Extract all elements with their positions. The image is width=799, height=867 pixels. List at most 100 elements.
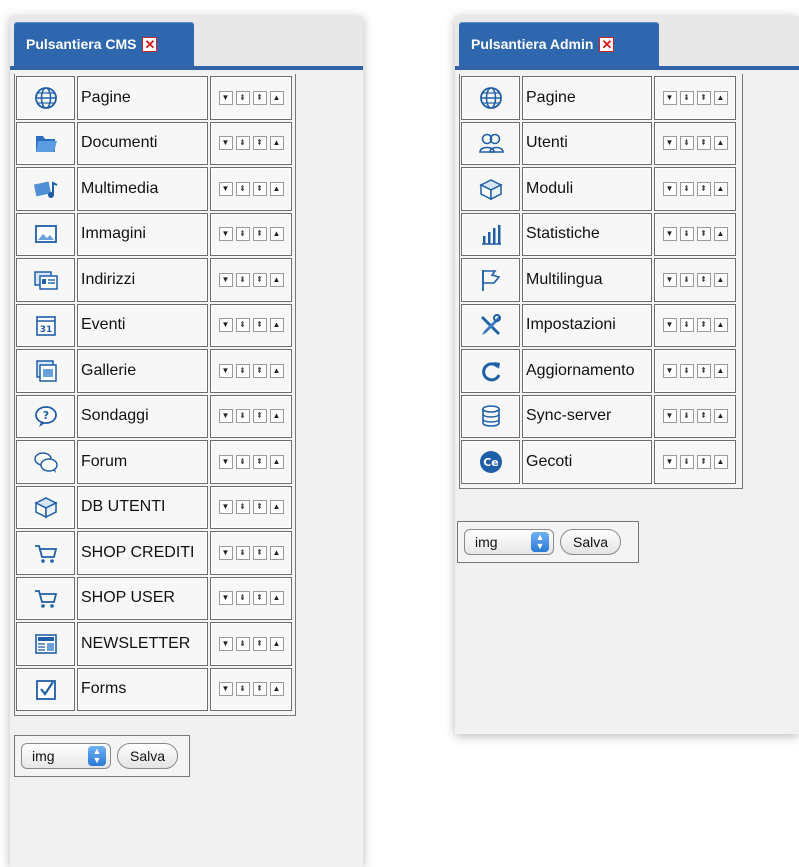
move-top-button[interactable]: ⇞ xyxy=(252,682,267,697)
button-label[interactable]: Immagini xyxy=(77,212,208,256)
move-down-button[interactable]: ▼ xyxy=(662,90,677,105)
button-label[interactable]: SHOP USER xyxy=(77,576,208,620)
move-bottom-button[interactable]: ⇟ xyxy=(235,409,250,424)
move-bottom-button[interactable]: ⇟ xyxy=(679,136,694,151)
icon-cell[interactable] xyxy=(461,167,520,211)
move-top-button[interactable]: ⇞ xyxy=(252,636,267,651)
move-down-button[interactable]: ▼ xyxy=(218,454,233,469)
button-label[interactable]: Multimedia xyxy=(77,167,208,211)
move-bottom-button[interactable]: ⇟ xyxy=(235,272,250,287)
move-down-button[interactable]: ▼ xyxy=(218,545,233,560)
move-down-button[interactable]: ▼ xyxy=(662,363,677,378)
move-up-button[interactable]: ▲ xyxy=(713,454,728,469)
button-label[interactable]: SHOP CREDITI xyxy=(77,531,208,575)
move-top-button[interactable]: ⇞ xyxy=(252,500,267,515)
icon-cell[interactable] xyxy=(16,258,75,302)
icon-cell[interactable] xyxy=(16,349,75,393)
move-top-button[interactable]: ⇞ xyxy=(252,454,267,469)
button-label[interactable]: Eventi xyxy=(77,303,208,347)
move-bottom-button[interactable]: ⇟ xyxy=(235,454,250,469)
icon-cell[interactable] xyxy=(16,667,75,711)
move-down-button[interactable]: ▼ xyxy=(662,318,677,333)
button-label[interactable]: Moduli xyxy=(522,167,652,211)
move-top-button[interactable]: ⇞ xyxy=(252,90,267,105)
button-label[interactable]: Gecoti xyxy=(522,440,652,484)
display-mode-select[interactable]: img ▲ ▼ xyxy=(21,743,111,769)
save-button[interactable]: Salva xyxy=(117,743,179,769)
icon-cell[interactable]: Ce xyxy=(461,440,520,484)
move-down-button[interactable]: ▼ xyxy=(218,227,233,242)
icon-cell[interactable]: 31 xyxy=(16,303,75,347)
move-up-button[interactable]: ▲ xyxy=(713,272,728,287)
move-down-button[interactable]: ▼ xyxy=(662,272,677,287)
move-down-button[interactable]: ▼ xyxy=(218,272,233,287)
icon-cell[interactable] xyxy=(16,485,75,529)
close-icon[interactable]: ✕ xyxy=(142,36,158,52)
move-top-button[interactable]: ⇞ xyxy=(696,318,711,333)
button-label[interactable]: Sondaggi xyxy=(77,394,208,438)
move-down-button[interactable]: ▼ xyxy=(218,409,233,424)
button-label[interactable]: Forum xyxy=(77,440,208,484)
move-bottom-button[interactable]: ⇟ xyxy=(679,454,694,469)
move-down-button[interactable]: ▼ xyxy=(218,136,233,151)
button-label[interactable]: Forms xyxy=(77,667,208,711)
icon-cell[interactable] xyxy=(461,258,520,302)
button-label[interactable]: Pagine xyxy=(77,76,208,120)
button-label[interactable]: Multilingua xyxy=(522,258,652,302)
move-bottom-button[interactable]: ⇟ xyxy=(679,227,694,242)
move-top-button[interactable]: ⇞ xyxy=(696,454,711,469)
move-top-button[interactable]: ⇞ xyxy=(696,409,711,424)
move-up-button[interactable]: ▲ xyxy=(269,90,284,105)
move-down-button[interactable]: ▼ xyxy=(218,181,233,196)
move-down-button[interactable]: ▼ xyxy=(218,636,233,651)
move-down-button[interactable]: ▼ xyxy=(218,318,233,333)
move-up-button[interactable]: ▲ xyxy=(269,682,284,697)
button-label[interactable]: DB UTENTI xyxy=(77,485,208,529)
icon-cell[interactable] xyxy=(16,167,75,211)
save-button[interactable]: Salva xyxy=(560,529,622,555)
move-bottom-button[interactable]: ⇟ xyxy=(235,545,250,560)
icon-cell[interactable] xyxy=(461,76,520,120)
move-top-button[interactable]: ⇞ xyxy=(252,181,267,196)
icon-cell[interactable] xyxy=(16,576,75,620)
move-bottom-button[interactable]: ⇟ xyxy=(679,409,694,424)
move-top-button[interactable]: ⇞ xyxy=(696,272,711,287)
move-up-button[interactable]: ▲ xyxy=(269,545,284,560)
button-label[interactable]: Documenti xyxy=(77,121,208,165)
move-top-button[interactable]: ⇞ xyxy=(252,318,267,333)
close-icon[interactable]: ✕ xyxy=(599,36,615,52)
move-down-button[interactable]: ▼ xyxy=(218,682,233,697)
icon-cell[interactable] xyxy=(461,349,520,393)
icon-cell[interactable] xyxy=(16,440,75,484)
move-up-button[interactable]: ▲ xyxy=(269,227,284,242)
move-top-button[interactable]: ⇞ xyxy=(696,363,711,378)
icon-cell[interactable] xyxy=(461,303,520,347)
move-bottom-button[interactable]: ⇟ xyxy=(679,90,694,105)
tab-pulsantiera-admin[interactable]: Pulsantiera Admin ✕ xyxy=(459,22,659,66)
icon-cell[interactable] xyxy=(16,531,75,575)
move-up-button[interactable]: ▲ xyxy=(269,181,284,196)
move-top-button[interactable]: ⇞ xyxy=(252,409,267,424)
button-label[interactable]: Pagine xyxy=(522,76,652,120)
move-up-button[interactable]: ▲ xyxy=(269,636,284,651)
move-up-button[interactable]: ▲ xyxy=(269,454,284,469)
button-label[interactable]: Gallerie xyxy=(77,349,208,393)
icon-cell[interactable] xyxy=(16,121,75,165)
button-label[interactable]: NEWSLETTER xyxy=(77,622,208,666)
move-down-button[interactable]: ▼ xyxy=(662,409,677,424)
move-down-button[interactable]: ▼ xyxy=(662,136,677,151)
move-down-button[interactable]: ▼ xyxy=(218,90,233,105)
move-top-button[interactable]: ⇞ xyxy=(252,227,267,242)
tab-pulsantiera-cms[interactable]: Pulsantiera CMS ✕ xyxy=(14,22,194,66)
move-top-button[interactable]: ⇞ xyxy=(696,90,711,105)
icon-cell[interactable] xyxy=(461,394,520,438)
move-up-button[interactable]: ▲ xyxy=(713,227,728,242)
move-down-button[interactable]: ▼ xyxy=(218,591,233,606)
move-bottom-button[interactable]: ⇟ xyxy=(235,591,250,606)
move-bottom-button[interactable]: ⇟ xyxy=(235,181,250,196)
move-down-button[interactable]: ▼ xyxy=(662,181,677,196)
icon-cell[interactable] xyxy=(16,76,75,120)
move-up-button[interactable]: ▲ xyxy=(269,136,284,151)
move-up-button[interactable]: ▲ xyxy=(713,136,728,151)
icon-cell[interactable]: ? xyxy=(16,394,75,438)
